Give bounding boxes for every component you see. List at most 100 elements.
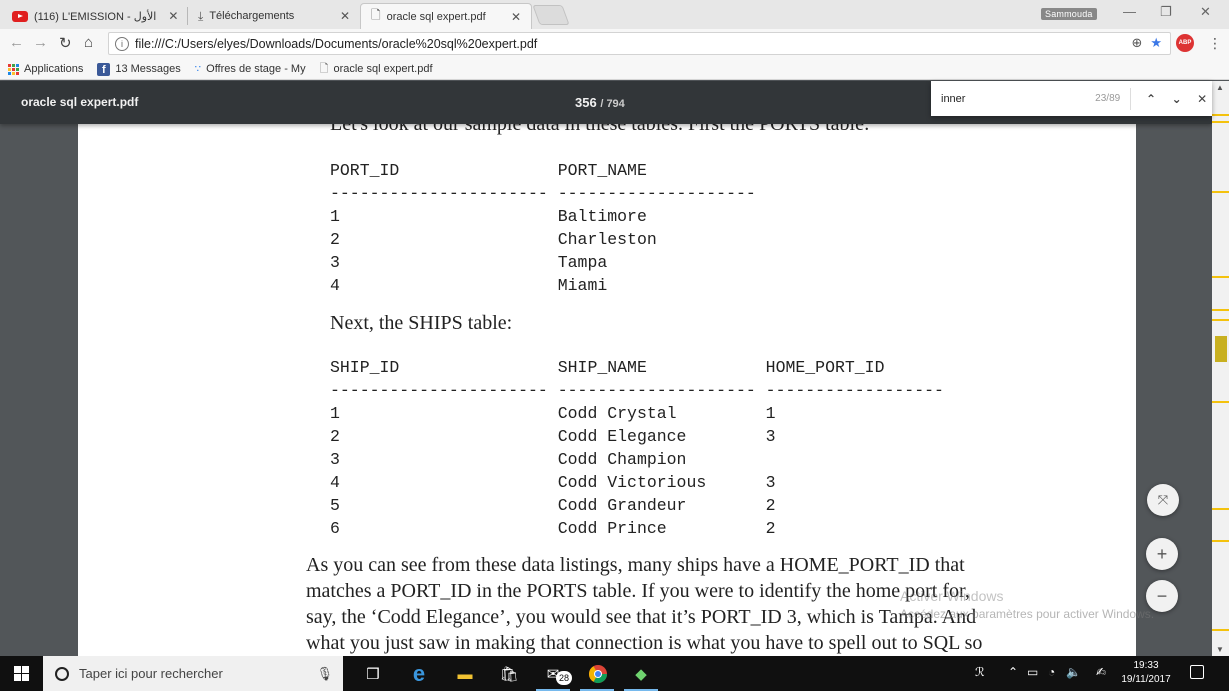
table-row: 1 Codd Crystal 1 — [330, 404, 776, 423]
bookmark-oracle-pdf[interactable]: 🗋 oracle sql expert.pdf — [320, 60, 433, 79]
ports-header: PORT_ID PORT_NAME — [330, 161, 647, 180]
bookmark-offres-stage[interactable]: ∵ Offres de stage - My — [195, 63, 306, 75]
people-icon[interactable]: ℛ — [975, 665, 985, 679]
tray-chevron-icon[interactable]: ⌃ — [1008, 665, 1018, 679]
body-paragraph-line: matches a PORT_ID in the PORTS table. If… — [306, 580, 970, 602]
cortana-icon — [55, 666, 69, 681]
find-close-icon[interactable]: ✕ — [1192, 92, 1212, 106]
document-icon: 🗋 — [319, 62, 329, 75]
find-input[interactable] — [941, 92, 1081, 105]
reload-icon[interactable]: ↻ — [59, 34, 72, 52]
close-tab-icon[interactable]: ✕ — [505, 10, 521, 24]
profile-badge[interactable]: Sammouda — [1041, 8, 1097, 20]
link-icon: ∵ — [194, 63, 202, 75]
app-icon[interactable]: ◆ — [630, 663, 652, 685]
url-text: file:///C:/Users/elyes/Downloads/Documen… — [135, 36, 538, 51]
chrome-icon[interactable] — [587, 663, 609, 685]
minimize-icon[interactable]: — — [1123, 4, 1136, 19]
browser-toolbar: ← → ↻ ⌂ i file:///C:/Users/elyes/Downloa… — [0, 29, 1229, 59]
home-icon[interactable]: ⌂ — [84, 34, 93, 51]
tab-oracle-pdf[interactable]: 🗋 oracle sql expert.pdf ✕ — [360, 3, 532, 29]
tab-label: (116) L'EMISSION - الأول — [34, 10, 157, 23]
document-icon: 🗋 — [371, 8, 381, 22]
info-icon[interactable]: i — [115, 36, 129, 51]
tab-strip: (116) L'EMISSION - الأول ✕ ⤓ Téléchargem… — [0, 0, 1229, 29]
find-match-count: 23/89 — [1095, 93, 1121, 104]
microphone-icon[interactable]: 🎙 — [316, 666, 333, 682]
tab-downloads[interactable]: ⤓ Téléchargements ✕ — [188, 3, 360, 29]
close-tab-icon[interactable]: ✕ — [334, 9, 350, 23]
close-tab-icon[interactable]: ✕ — [162, 9, 178, 23]
scroll-down-icon[interactable]: ▼ — [1216, 645, 1224, 654]
total-pages: / 794 — [600, 98, 625, 110]
find-prev-icon[interactable]: ⌃ — [1141, 92, 1161, 106]
intro-text: Let's look at our sample data in these t… — [330, 124, 870, 135]
ports-rule: ---------------------- -----------------… — [330, 184, 756, 203]
windows-start-icon[interactable] — [14, 666, 29, 681]
wifi-icon[interactable]: ◔ — [1048, 665, 1055, 679]
tab-youtube[interactable]: (116) L'EMISSION - الأول ✕ — [2, 3, 188, 29]
ships-rule: ---------------------- -----------------… — [330, 381, 944, 400]
body-paragraph-line: say, the ‘Codd Elegance’, you would see … — [306, 606, 977, 628]
system-clock[interactable]: 19:33 19/11/2017 — [1120, 659, 1172, 687]
page-indicator[interactable]: 356 / 794 — [575, 95, 625, 110]
address-bar[interactable]: i file:///C:/Users/elyes/Downloads/Docum… — [108, 32, 1171, 55]
find-next-icon[interactable]: ⌄ — [1167, 92, 1187, 106]
scroll-up-icon[interactable]: ▲ — [1216, 83, 1224, 92]
new-tab-button[interactable] — [532, 5, 570, 25]
zoom-icon[interactable]: ⊕ — [1131, 35, 1142, 51]
forward-arrow-icon[interactable]: → — [33, 34, 48, 51]
task-view-icon[interactable]: ❒ — [362, 663, 384, 685]
apps-grid-icon — [8, 63, 19, 75]
table-row: 5 Codd Grandeur 2 — [330, 496, 776, 515]
taskbar-search-box[interactable]: Taper ici pour rechercher 🎙 — [43, 656, 343, 691]
table-row: 3 Tampa — [330, 253, 608, 272]
menu-dots-icon[interactable]: ⋮ — [1208, 35, 1222, 52]
table-row: 1 Baltimore — [330, 207, 647, 226]
pdf-scrollbar[interactable]: ▲ ▼ — [1212, 81, 1229, 656]
search-placeholder: Taper ici pour rechercher — [79, 666, 223, 681]
table-row: 6 Codd Prince 2 — [330, 519, 776, 538]
pdf-page: Let's look at our sample data in these t… — [78, 124, 1136, 656]
adblock-icon[interactable]: ABP — [1176, 34, 1194, 52]
clock-time: 19:33 — [1133, 660, 1159, 671]
table-row: 2 Codd Elegance 3 — [330, 427, 776, 446]
table-row: 4 Codd Victorious 3 — [330, 473, 776, 492]
edge-icon[interactable]: e — [408, 661, 430, 686]
back-arrow-icon[interactable]: ← — [9, 34, 24, 51]
restore-icon[interactable]: ❐ — [1160, 4, 1172, 20]
close-window-icon[interactable]: ✕ — [1200, 4, 1211, 20]
battery-icon[interactable]: ▭ — [1027, 665, 1038, 679]
body-paragraph-line: As you can see from these data listings,… — [306, 554, 965, 576]
notification-center-icon[interactable] — [1190, 665, 1204, 679]
youtube-icon — [12, 10, 28, 22]
pen-icon[interactable]: ✍ — [1096, 665, 1106, 679]
facebook-icon: f — [97, 62, 111, 76]
find-bar: 23/89 ⌃ ⌄ ✕ — [931, 81, 1212, 116]
table-row: 3 Codd Champion — [330, 450, 687, 469]
zoom-out-icon[interactable]: − — [1146, 580, 1178, 612]
table-row: 4 Miami — [330, 276, 608, 295]
file-explorer-icon[interactable]: ▬ — [454, 663, 476, 685]
fit-page-icon[interactable]: ⤧ — [1147, 484, 1179, 516]
tab-label: oracle sql expert.pdf — [386, 10, 486, 23]
windows-activation-watermark: Accédez aux paramètres pour activer Wind… — [900, 607, 1155, 621]
bookmark-applications[interactable]: Applications — [8, 63, 83, 75]
bookmark-messages[interactable]: f 13 Messages — [97, 62, 181, 76]
scroll-thumb[interactable] — [1215, 336, 1227, 362]
volume-icon[interactable]: 🔈 — [1066, 665, 1081, 679]
body-paragraph-line: what you just saw in making that connect… — [306, 632, 983, 654]
windows-activation-title: Activer Windows — [900, 588, 1004, 604]
bookmarks-bar: Applications f 13 Messages ∵ Offres de s… — [0, 59, 1229, 80]
bookmark-star-icon[interactable]: ★ — [1150, 35, 1162, 51]
pdf-title: oracle sql expert.pdf — [21, 95, 139, 109]
store-icon[interactable]: 🛍 — [498, 663, 520, 685]
current-page[interactable]: 356 — [575, 95, 597, 110]
zoom-in-icon[interactable]: + — [1146, 538, 1178, 570]
download-icon: ⤓ — [198, 8, 204, 23]
clock-date: 19/11/2017 — [1121, 674, 1171, 685]
tab-label: Téléchargements — [209, 10, 295, 22]
windows-taskbar: Taper ici pour rechercher 🎙 ❒ e ▬ 🛍 ✉ 28… — [0, 656, 1229, 691]
ships-header: SHIP_ID SHIP_NAME HOME_PORT_ID — [330, 358, 885, 377]
table-row: 2 Charleston — [330, 230, 657, 249]
